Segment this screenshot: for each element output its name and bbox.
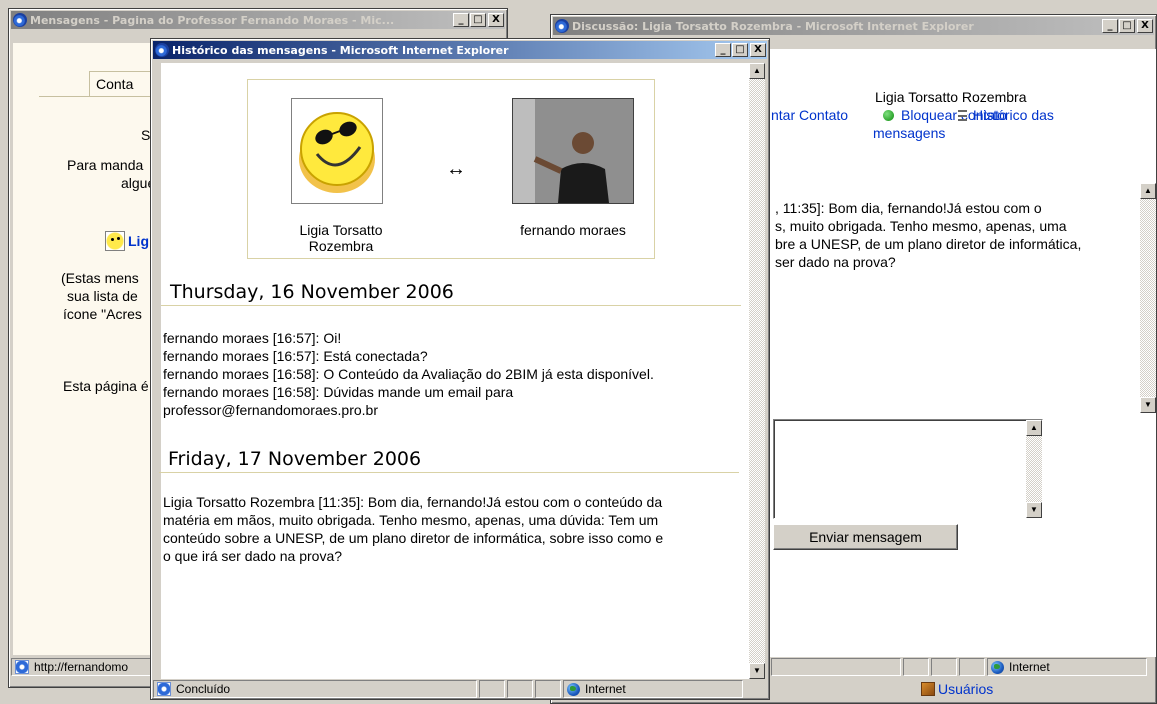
scroll-down-arrow[interactable]: ▼	[749, 663, 765, 679]
internet-zone-label: Internet	[585, 682, 626, 696]
intro-text-1: S	[141, 127, 151, 143]
scroll-up-arrow[interactable]: ▲	[1026, 420, 1042, 436]
ie-icon	[155, 43, 169, 57]
note-line-2: sua lista de	[67, 288, 138, 304]
historico-link[interactable]: Histórico das	[973, 107, 1054, 123]
date-heading: Friday, 17 November 2006	[159, 448, 739, 473]
internet-zone: Internet	[987, 658, 1147, 676]
history-scrollbar[interactable]: ▲ ▼	[749, 63, 765, 679]
participant-right-name: fernando moraes	[520, 222, 626, 238]
date-heading: Thursday, 16 November 2006	[161, 281, 741, 306]
messages-window-title: Mensagens - Pagina do Professor Fernando…	[30, 13, 395, 27]
message-input[interactable]: ▲ ▼	[773, 419, 1043, 519]
smiley-icon	[105, 231, 125, 251]
globe-icon	[567, 682, 580, 696]
status-text-cell: Concluído	[153, 680, 477, 698]
minimize-button[interactable]: _	[453, 13, 469, 27]
ie-icon	[555, 19, 569, 33]
message-line: fernando moraes [16:57]: Oi!	[163, 330, 342, 346]
contact-link[interactable]: Lig	[128, 233, 149, 249]
scroll-down-arrow[interactable]: ▼	[1026, 502, 1042, 518]
contacts-tab-label: Conta	[96, 76, 134, 92]
message-block: fernando moraes [16:57]: Oi! fernando mo…	[163, 329, 743, 419]
intro-text-2: Para manda	[67, 157, 144, 173]
history-content: Ligia Torsatto Rozembra ↔ fernando morae…	[159, 63, 765, 679]
status-text: Concluído	[176, 682, 231, 696]
scroll-down-arrow[interactable]: ▼	[1140, 397, 1156, 413]
close-button[interactable]: X	[1137, 19, 1153, 33]
maximize-button[interactable]: □	[1119, 19, 1135, 33]
bloquear-contato-link-2[interactable]: mensagens	[873, 125, 945, 141]
scroll-up-arrow[interactable]: ▲	[749, 63, 765, 79]
internet-zone: Internet	[563, 680, 743, 698]
message-line: fernando moraes [16:57]: Está conectada?	[163, 348, 428, 364]
message-block: Ligia Torsatto Rozembra [11:35]: Bom dia…	[163, 493, 743, 565]
taskbar-usuarios[interactable]: Usuários	[921, 681, 993, 697]
smiley-avatar	[291, 98, 383, 204]
contact-item[interactable]: Lig	[105, 231, 149, 251]
photo-avatar	[512, 98, 634, 204]
maximize-button[interactable]: □	[470, 13, 486, 27]
message-line: professor@fernandomoraes.pro.br	[163, 402, 378, 418]
page-note: Esta página é	[63, 378, 149, 394]
close-button[interactable]: X	[488, 13, 504, 27]
preview-line: s, muito obrigada. Tenho mesmo, apenas, …	[775, 218, 1067, 234]
send-message-button[interactable]: Enviar mensagem	[773, 524, 958, 550]
history-window-title: Histórico das mensagens - Microsoft Inte…	[172, 43, 509, 57]
minimize-button[interactable]: _	[1102, 19, 1118, 33]
message-line: Ligia Torsatto Rozembra [11:35]: Bom dia…	[163, 494, 663, 510]
globe-icon	[991, 660, 1004, 674]
ie-icon	[13, 13, 27, 27]
page-icon	[157, 682, 171, 696]
messages-window-titlebar[interactable]: Mensagens - Pagina do Professor Fernando…	[11, 11, 505, 29]
contato-link[interactable]: ntar Contato	[771, 107, 848, 123]
minimize-button[interactable]: _	[715, 43, 731, 57]
usuarios-link[interactable]: Usuários	[938, 681, 993, 697]
status-url: http://fernandomo	[34, 660, 129, 674]
discussion-statusbar: Internet	[771, 657, 1156, 677]
history-statusbar: Concluído Internet	[153, 679, 767, 699]
history-window-titlebar[interactable]: Histórico das mensagens - Microsoft Inte…	[153, 41, 767, 59]
preview-line: bre a UNESP, de um plano diretor de info…	[775, 236, 1082, 252]
message-line: matéria em mãos, muito obrigada. Tenho m…	[163, 512, 659, 528]
exchange-arrow-icon: ↔	[446, 158, 466, 180]
message-line: conteúdo sobre a UNESP, de um plano dire…	[163, 530, 664, 546]
users-icon	[921, 682, 935, 696]
close-button[interactable]: X	[750, 43, 766, 57]
participants-box: Ligia Torsatto Rozembra ↔ fernando morae…	[247, 79, 655, 259]
note-line-3: ícone "Acres	[63, 306, 142, 322]
preview-line: ser dado na prova?	[775, 254, 896, 270]
message-line: o que irá ser dado na prova?	[163, 548, 343, 564]
preview-messages: , 11:35]: Bom dia, fernando!Já estou com…	[775, 199, 1135, 271]
note-line-1: (Estas mens	[61, 270, 139, 286]
green-dot-icon	[883, 110, 894, 121]
message-line: fernando moraes [16:58]: Dúvidas mande u…	[163, 384, 514, 400]
list-icon	[958, 110, 967, 121]
discussion-window-titlebar[interactable]: Discussão: Ligia Torsatto Rozembra - Mic…	[553, 17, 1154, 35]
message-line: fernando moraes [16:58]: O Conteúdo da A…	[163, 366, 654, 382]
history-window: Histórico das mensagens - Microsoft Inte…	[150, 38, 770, 700]
page-icon	[15, 660, 29, 674]
input-scrollbar[interactable]: ▲ ▼	[1026, 420, 1042, 518]
preview-scrollbar[interactable]: ▲ ▼	[1140, 183, 1156, 413]
maximize-button[interactable]: □	[732, 43, 748, 57]
preview-line: , 11:35]: Bom dia, fernando!Já estou com…	[775, 200, 1042, 216]
scroll-up-arrow[interactable]: ▲	[1140, 183, 1156, 199]
participant-left-name: Ligia Torsatto Rozembra	[299, 222, 383, 254]
discussion-window-title: Discussão: Ligia Torsatto Rozembra - Mic…	[572, 19, 974, 33]
contact-name: Ligia Torsatto Rozembra	[875, 89, 1027, 105]
internet-zone-label: Internet	[1009, 660, 1050, 674]
